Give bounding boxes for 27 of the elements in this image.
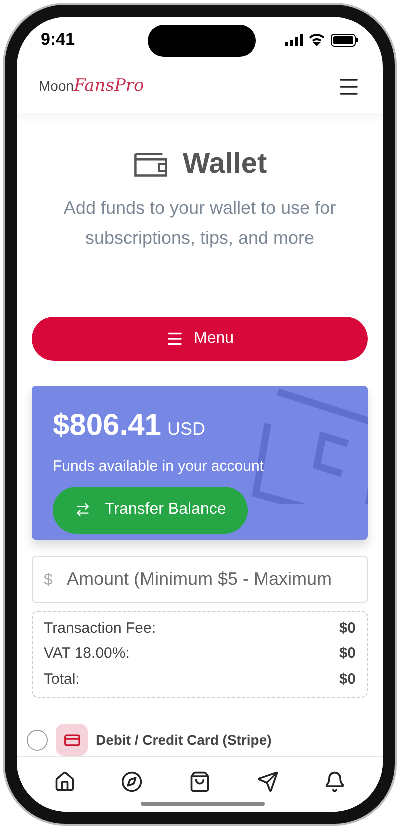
dollar-prefix: $ [44,570,53,590]
battery-icon [331,34,359,46]
fee-value: $0 [339,618,356,638]
fee-value: $0 [339,644,356,664]
balance-caption: Funds available in your account [53,457,265,478]
radio-button[interactable] [27,730,48,750]
logo[interactable]: MoonFansPro [39,74,144,100]
transfer-arrows-icon [75,502,91,518]
signal-icon [285,34,303,46]
balance-currency: USD [167,418,206,442]
payment-method-label[interactable]: Debit / Credit Card (Stripe) [96,730,272,750]
wallet-title: Wallet [182,147,268,182]
compass-icon[interactable] [121,771,144,793]
credit-card-icon [64,732,80,748]
balance-amount: $806.41 [53,408,162,444]
fee-label: VAT 18.00%: [44,644,130,664]
fee-label: Transaction Fee: [44,618,156,638]
fee-value: $0 [339,670,356,690]
fee-label: Total: [44,670,80,690]
bell-icon[interactable] [324,771,346,793]
menu-button[interactable]: Menu [32,316,368,362]
status-time: 9:41 [41,29,76,52]
paper-plane-icon[interactable] [256,771,279,793]
home-icon[interactable] [54,771,76,793]
wifi-icon [309,34,325,46]
wallet-subtitle: Add funds to your wallet to use for subscriptions, tips, and more [62,196,338,250]
shopping-bag-icon[interactable] [188,771,211,793]
